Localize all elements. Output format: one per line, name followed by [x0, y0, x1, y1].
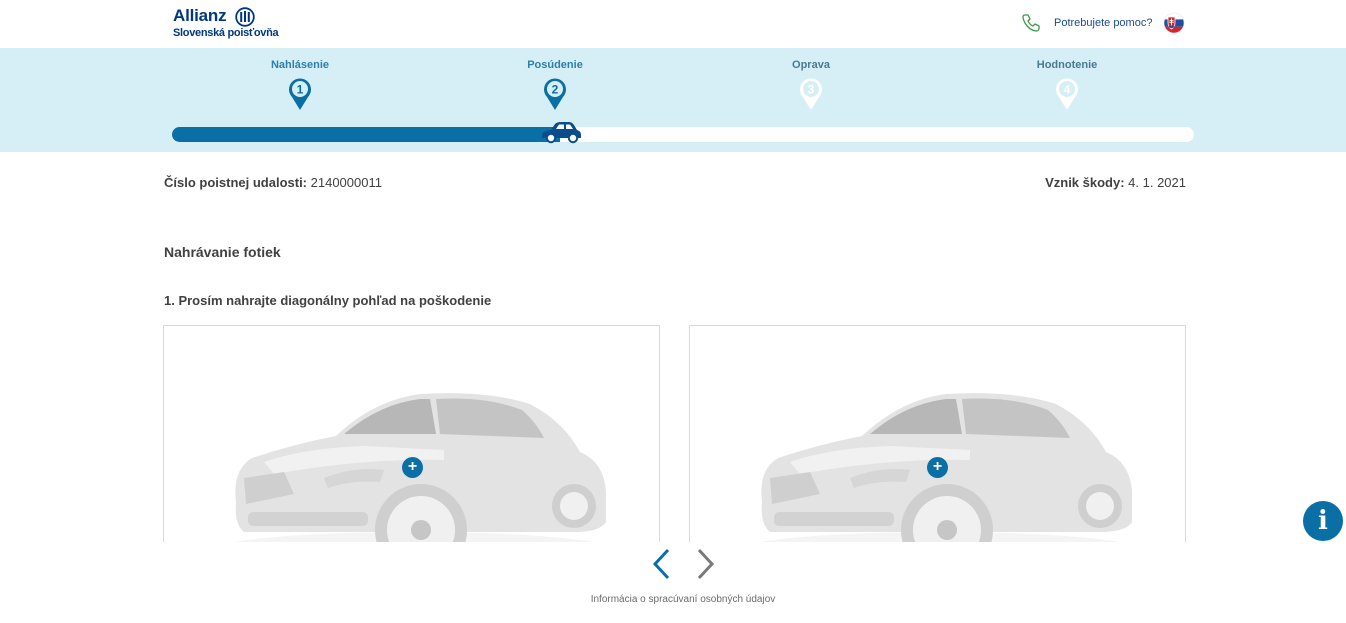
step-2: Posúdenie 2	[495, 59, 615, 111]
progress-fill	[172, 127, 560, 142]
damage-date-label: Vznik škody:	[1045, 175, 1125, 190]
logo-wordmark: Allianz	[173, 6, 227, 25]
privacy-info-link[interactable]: Informácia o spracúvaní osobných údajov	[0, 594, 1346, 605]
step-3-pin-icon: 3	[800, 78, 822, 110]
car-icon	[542, 122, 581, 144]
chevron-left-icon[interactable]	[650, 547, 672, 581]
step-label: Nahlásenie	[270, 59, 330, 71]
claim-number-value: 2140000011	[310, 175, 382, 190]
step-label: Oprava	[792, 59, 830, 71]
step-1: Nahlásenie 1	[240, 59, 360, 111]
page: Allianz Slovenská poisťovňa Potrebujete …	[0, 0, 1346, 623]
progress-stepper: Nahlásenie 1 Posúdenie 2 Oprava 3 Hodnot…	[0, 48, 1346, 152]
step-4: Hodnotenie 4	[1007, 59, 1127, 111]
upload-instruction: 1. Prosím nahrajte diagonálny pohľad na …	[164, 293, 492, 308]
header: Allianz Slovenská poisťovňa Potrebujete …	[0, 0, 1346, 48]
step-3: Oprava 3	[751, 59, 871, 111]
help-text[interactable]: Potrebujete pomoc?	[1054, 17, 1152, 29]
allianz-logo[interactable]: Allianz Slovenská poisťovňa	[173, 6, 283, 42]
claim-number: Číslo poistnej udalosti: 2140000011	[164, 175, 382, 190]
photo-upload-card-2[interactable]: +	[689, 325, 1186, 542]
photo-upload-card-1[interactable]: +	[163, 325, 660, 542]
slovak-flag-icon[interactable]	[1163, 12, 1185, 34]
add-photo-button[interactable]: +	[927, 457, 948, 478]
step-number: 2	[552, 83, 559, 97]
step-label: Posúdenie	[527, 59, 583, 71]
step-number: 4	[1064, 83, 1071, 97]
info-icon: i	[1318, 506, 1328, 536]
car-diagonal-photo	[234, 393, 607, 542]
damage-date: Vznik škody: 4. 1. 2021	[1045, 175, 1186, 190]
step-4-pin-icon: 4	[1056, 78, 1078, 110]
step-2-pin-icon: 2	[544, 78, 566, 110]
logo-subtitle: Slovenská poisťovňa	[173, 27, 279, 39]
chevron-right-icon[interactable]	[695, 547, 717, 581]
progress-track	[172, 127, 1194, 142]
car-diagonal-photo	[760, 393, 1132, 542]
add-photo-button[interactable]: +	[402, 457, 423, 478]
step-number: 3	[808, 83, 815, 97]
plus-icon: +	[932, 458, 943, 475]
step-number: 1	[297, 83, 304, 97]
damage-date-value: 4. 1. 2021	[1128, 175, 1186, 190]
help-contact[interactable]: Potrebujete pomoc?	[1020, 11, 1185, 35]
phone-icon	[1022, 14, 1040, 32]
allianz-eagle-icon	[235, 7, 255, 27]
plus-icon: +	[407, 458, 418, 475]
step-1-pin-icon: 1	[289, 78, 311, 110]
claim-number-label: Číslo poistnej udalosti:	[164, 175, 308, 190]
step-label: Hodnotenie	[1036, 59, 1098, 71]
section-title: Nahrávanie fotiek	[164, 244, 281, 260]
info-button[interactable]: i	[1303, 501, 1343, 541]
